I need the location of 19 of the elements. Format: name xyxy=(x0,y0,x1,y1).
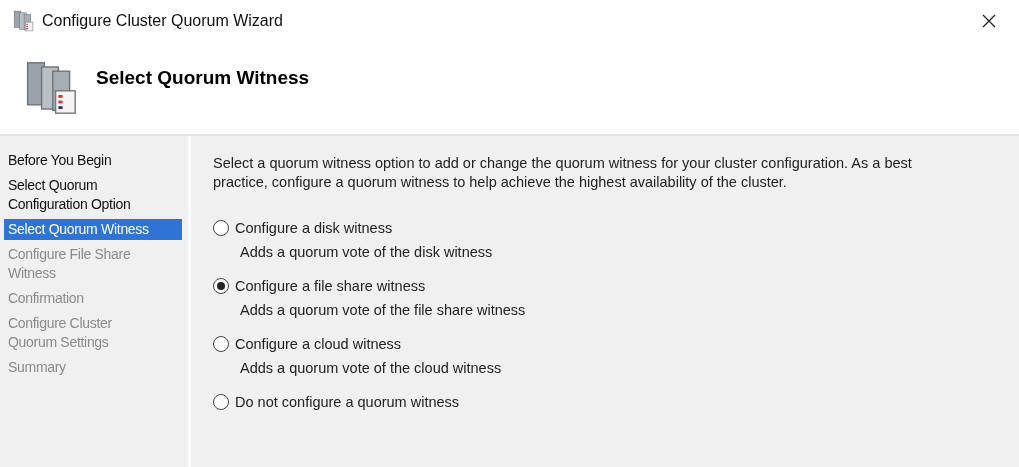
option-label[interactable]: Configure a file share witness xyxy=(235,278,426,294)
window-title: Configure Cluster Quorum Wizard xyxy=(42,12,284,30)
option-description: Adds a quorum vote of the cloud witness xyxy=(240,360,503,376)
option-label[interactable]: Configure a disk witness xyxy=(235,220,393,236)
cluster-icon xyxy=(12,10,34,32)
close-icon xyxy=(982,14,996,28)
instructions-text: Select a quorum witness option to add or change the quorum witness for your cluster configuration. As a best practice, configure a quorum witness to help achieve the highest availability of the cluster. xyxy=(213,154,913,192)
wizard-step[interactable]: Before You Begin xyxy=(4,150,182,171)
radio-button[interactable] xyxy=(213,278,229,294)
radio-button[interactable] xyxy=(213,394,229,410)
page-heading: Select Quorum Witness xyxy=(96,67,310,89)
radio-button[interactable] xyxy=(213,336,229,352)
option-description: Adds a quorum vote of the disk witness xyxy=(240,244,494,260)
option-label[interactable]: Do not configure a quorum witness xyxy=(235,394,460,410)
option-description: Adds a quorum vote of the file share witness xyxy=(240,302,527,318)
option-label[interactable]: Configure a cloud witness xyxy=(235,336,402,352)
wizard-step[interactable]: Select Quorum Configuration Option xyxy=(4,175,182,215)
radio-button[interactable] xyxy=(213,220,229,236)
wizard-step[interactable]: Select Quorum Witness xyxy=(4,219,182,240)
